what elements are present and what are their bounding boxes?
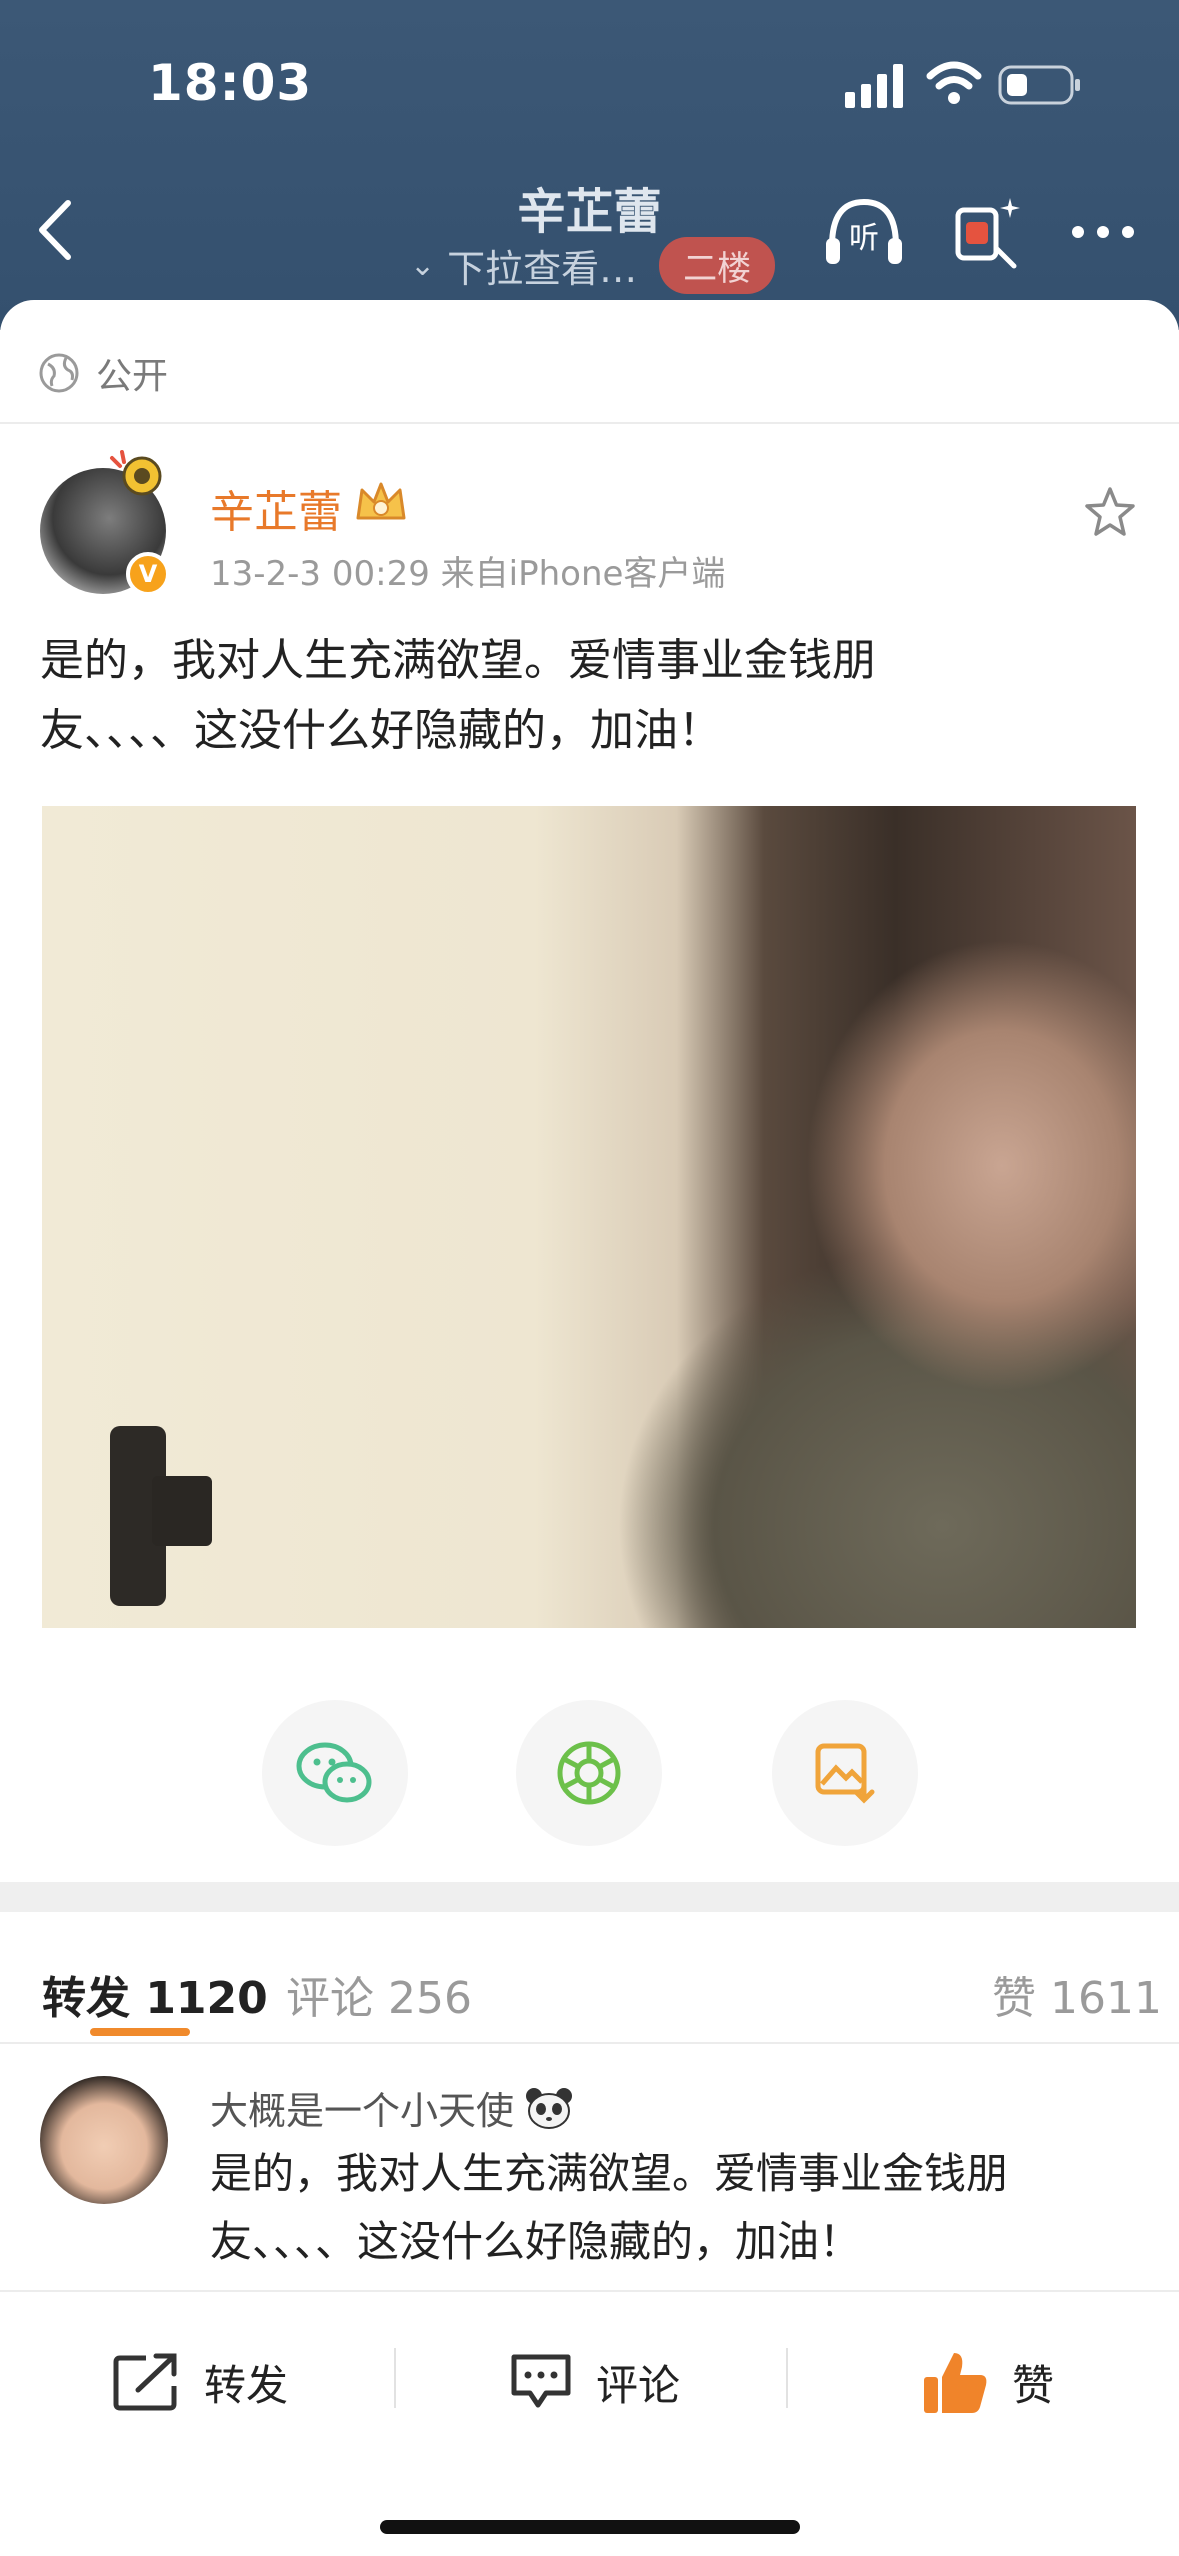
post-text-line: 友、、、、这没什么好隐藏的，加油！	[40, 705, 722, 756]
section-gap	[0, 1882, 1179, 1912]
status-bar: 18:03	[0, 0, 1179, 170]
commenter-avatar[interactable]	[40, 2076, 168, 2204]
share-row	[0, 1700, 1179, 1850]
commenter-name[interactable]: 大概是一个小天使	[210, 2080, 574, 2135]
moments-icon	[557, 1741, 621, 1805]
tab-repost[interactable]: 转发 1120	[42, 1962, 268, 2026]
comment-body: 是的，我对人生充满欲望。爱情事业金钱朋 友、、、、这没什么好隐藏的，加油！	[210, 2140, 1110, 2276]
photo-detail	[152, 1476, 212, 1546]
visibility-label: 公开	[96, 356, 169, 397]
comment-button[interactable]: 评论	[508, 2342, 680, 2422]
divider	[394, 2348, 396, 2408]
visibility-indicator: 公开	[38, 348, 168, 398]
verified-badge: V	[126, 552, 170, 596]
tab-comment[interactable]: 评论 256	[286, 1962, 472, 2026]
wechat-icon	[296, 1742, 372, 1803]
status-time: 18:03	[148, 54, 313, 112]
post-meta: 13-2-3 00:29 来自iPhone客户端	[210, 554, 726, 594]
share-wechat-button[interactable]	[262, 1700, 408, 1846]
wifi-icon	[926, 61, 982, 104]
comment-text-line: 友、、、、这没什么好隐藏的，加油！	[210, 2217, 862, 2266]
avatar-pendant-icon	[110, 450, 162, 496]
listen-icon[interactable]: 听	[822, 196, 906, 270]
post-text-line: 是的，我对人生充满欲望。爱情事业金钱朋	[40, 635, 876, 686]
save-image-button[interactable]	[772, 1700, 918, 1846]
panda-icon	[526, 2087, 573, 2129]
post-body: 是的，我对人生充满欲望。爱情事业金钱朋 友、、、、这没什么好隐藏的，加油！	[40, 626, 1140, 766]
tab-like[interactable]: 赞 1611	[992, 1962, 1162, 2026]
chevron-down-icon: ⌄	[410, 247, 436, 283]
home-indicator	[380, 2520, 800, 2534]
battery-icon	[998, 65, 1080, 105]
more-icon[interactable]	[1068, 222, 1138, 242]
repost-button[interactable]: 转发	[112, 2342, 288, 2422]
favorite-star-icon[interactable]	[1082, 484, 1138, 540]
crown-icon	[356, 482, 406, 520]
repost-icon	[113, 2353, 177, 2411]
comment-icon	[511, 2354, 571, 2408]
save-image-icon	[815, 1743, 875, 1804]
post-photo[interactable]	[42, 806, 1136, 1628]
divider	[0, 422, 1179, 424]
pull-down-text: 下拉查看…	[447, 246, 638, 291]
pull-down-hint[interactable]: ⌄ 下拉查看… 二楼	[410, 236, 776, 294]
red-packet-icon[interactable]	[950, 192, 1024, 272]
floor-badge[interactable]: 二楼	[659, 236, 776, 294]
active-tab-indicator	[90, 2028, 190, 2036]
share-moments-button[interactable]	[516, 1700, 662, 1846]
divider	[0, 2042, 1179, 2044]
comment-text-line: 是的，我对人生充满欲望。爱情事业金钱朋	[210, 2149, 1009, 2198]
author-name[interactable]: 辛芷蕾	[210, 476, 342, 540]
globe-icon	[39, 353, 79, 393]
bottom-action-bar: 转发 评论 赞	[0, 2290, 1179, 2556]
svg-text:听: 听	[849, 221, 879, 256]
comment-label: 评论	[596, 2360, 681, 2410]
commenter-name-text: 大概是一个小天使	[210, 2089, 515, 2133]
divider	[786, 2348, 788, 2408]
engagement-tabs: 转发 1120 评论 256 赞 1611	[0, 1912, 1179, 2042]
top-header: 18:03 辛芷蕾 ⌄ 下拉查看… 二楼 听	[0, 0, 1179, 330]
cellular-signal-icon	[845, 64, 903, 108]
like-label: 赞	[1012, 2360, 1055, 2410]
like-button[interactable]: 赞	[920, 2342, 1054, 2422]
repost-label: 转发	[204, 2360, 289, 2410]
thumbs-up-icon	[924, 2353, 987, 2413]
